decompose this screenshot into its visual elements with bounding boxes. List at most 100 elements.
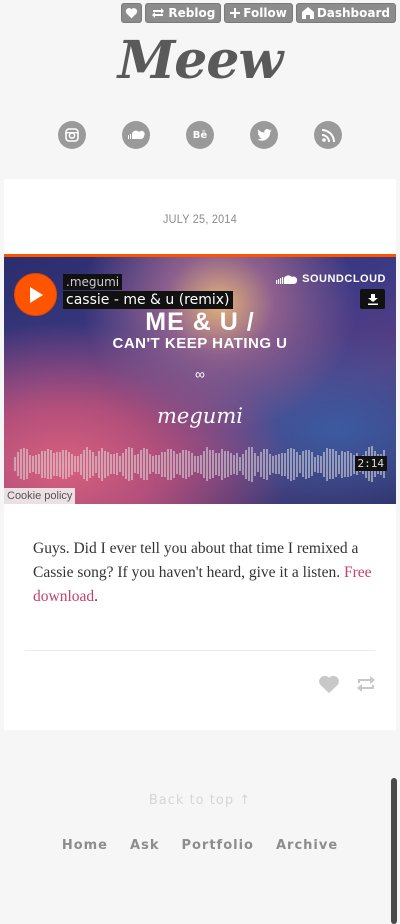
like-post-button[interactable] <box>318 675 340 699</box>
waveform-bar <box>257 456 259 472</box>
waveform-bar <box>221 448 223 480</box>
waveform-bar <box>206 447 208 481</box>
waveform-bar <box>326 447 328 481</box>
waveform-bar <box>95 455 97 473</box>
post-actions <box>318 675 376 699</box>
waveform-bar <box>281 452 283 476</box>
waveform-bar <box>317 455 319 473</box>
waveform-bar <box>158 454 160 474</box>
waveform-bar <box>338 454 340 474</box>
reblog-button[interactable]: Reblog <box>145 3 222 23</box>
waveform-bar <box>53 452 55 476</box>
waveform-bar <box>29 455 31 473</box>
twitter-icon[interactable] <box>250 121 278 149</box>
waveform-bar <box>44 450 46 478</box>
divider <box>25 650 375 651</box>
rss-icon[interactable] <box>314 121 342 149</box>
waveform-bar <box>92 452 94 476</box>
download-button[interactable] <box>360 289 385 309</box>
reblog-icon <box>152 8 165 18</box>
download-icon <box>367 293 378 305</box>
waveform-bar <box>161 451 163 477</box>
waveform-bar <box>293 448 295 480</box>
cookie-policy-link[interactable]: Cookie policy <box>4 488 76 504</box>
track-title[interactable]: cassie - me & u (remix) <box>63 291 233 309</box>
waveform-bar <box>230 453 232 475</box>
tumblr-controls: Reblog Follow Dashboard <box>121 3 396 23</box>
nav-archive[interactable]: Archive <box>276 838 338 853</box>
reblog-label: Reblog <box>168 6 216 20</box>
waveform-bar <box>77 456 79 472</box>
scrollbar[interactable] <box>391 778 397 924</box>
instagram-icon[interactable] <box>58 121 86 149</box>
waveform-bar <box>209 449 211 479</box>
waveform-bar <box>302 451 304 477</box>
waveform-bar <box>107 452 109 476</box>
nav-portfolio[interactable]: Portfolio <box>181 838 254 853</box>
waveform-bar <box>47 449 49 479</box>
waveform-bar <box>344 451 346 477</box>
waveform-bar <box>194 456 196 472</box>
dashboard-button[interactable]: Dashboard <box>295 3 396 23</box>
waveform-bar <box>83 449 85 479</box>
dashboard-label: Dashboard <box>316 6 390 20</box>
waveform-bar <box>308 450 310 478</box>
back-to-top-link[interactable]: Back to top ↑ <box>0 793 400 808</box>
soundcloud-logo[interactable]: SOUNDCLOUD <box>276 273 386 285</box>
soundcloud-brand: SOUNDCLOUD <box>302 273 386 285</box>
waveform-bar <box>140 450 142 478</box>
nav-home[interactable]: Home <box>62 838 108 853</box>
waveform-bar <box>143 448 145 480</box>
waveform-bar <box>341 450 343 478</box>
waveform-bar <box>215 453 217 475</box>
waveform-bar <box>119 456 121 472</box>
waveform-bar <box>227 451 229 477</box>
waveform-bar <box>290 447 292 481</box>
post-card: JULY 25, 2014 .megumi cassie - me & u (r… <box>4 179 396 730</box>
post-date[interactable]: JULY 25, 2014 <box>24 212 377 226</box>
waveform-bar <box>287 449 289 479</box>
heart-icon <box>319 675 339 694</box>
waveform-bar <box>68 451 70 477</box>
blog-title[interactable]: Meew <box>0 30 400 91</box>
waveform-bar <box>212 450 214 478</box>
waveform-bar <box>14 457 16 471</box>
reblog-post-button[interactable] <box>356 675 376 699</box>
follow-button[interactable]: Follow <box>224 3 293 23</box>
track-user[interactable]: .megumi <box>63 274 123 290</box>
nav-ask[interactable]: Ask <box>130 838 159 853</box>
waveform-bar <box>236 453 238 475</box>
waveform-bar <box>104 450 106 478</box>
waveform-bar <box>320 455 322 473</box>
artwork-title: ME & U / <box>145 308 255 336</box>
waveform-bar <box>350 452 352 476</box>
waveform-bar <box>332 449 334 479</box>
waveform-bar <box>272 455 274 473</box>
waveform-bar <box>116 453 118 475</box>
like-button[interactable] <box>121 3 143 23</box>
waveform-bar <box>101 447 103 481</box>
waveform-bar <box>170 448 172 480</box>
waveform-bar <box>41 450 43 478</box>
behance-icon[interactable]: Bē <box>186 121 214 149</box>
waveform-bar <box>74 456 76 472</box>
soundcloud-icon[interactable] <box>122 121 150 149</box>
waveform-bar <box>299 455 301 473</box>
waveform-bar <box>269 453 271 475</box>
waveform-bar <box>224 450 226 478</box>
waveform-bar <box>188 451 190 477</box>
soundcloud-player: .megumi cassie - me & u (remix) SOUNDCLO… <box>4 254 396 504</box>
waveform-bar <box>71 453 73 475</box>
waveform-bar <box>179 453 181 475</box>
waveform-bar <box>314 456 316 472</box>
waveform-bar <box>149 454 151 474</box>
follow-label: Follow <box>243 6 287 20</box>
waveform[interactable] <box>14 444 386 484</box>
waveform-bar <box>284 452 286 476</box>
post-body: Guys. Did I ever tell you about that tim… <box>33 537 373 609</box>
waveform-bar <box>242 453 244 475</box>
waveform-bar <box>89 450 91 478</box>
waveform-bar <box>32 456 34 472</box>
waveform-bar <box>185 449 187 479</box>
waveform-bar <box>98 450 100 478</box>
